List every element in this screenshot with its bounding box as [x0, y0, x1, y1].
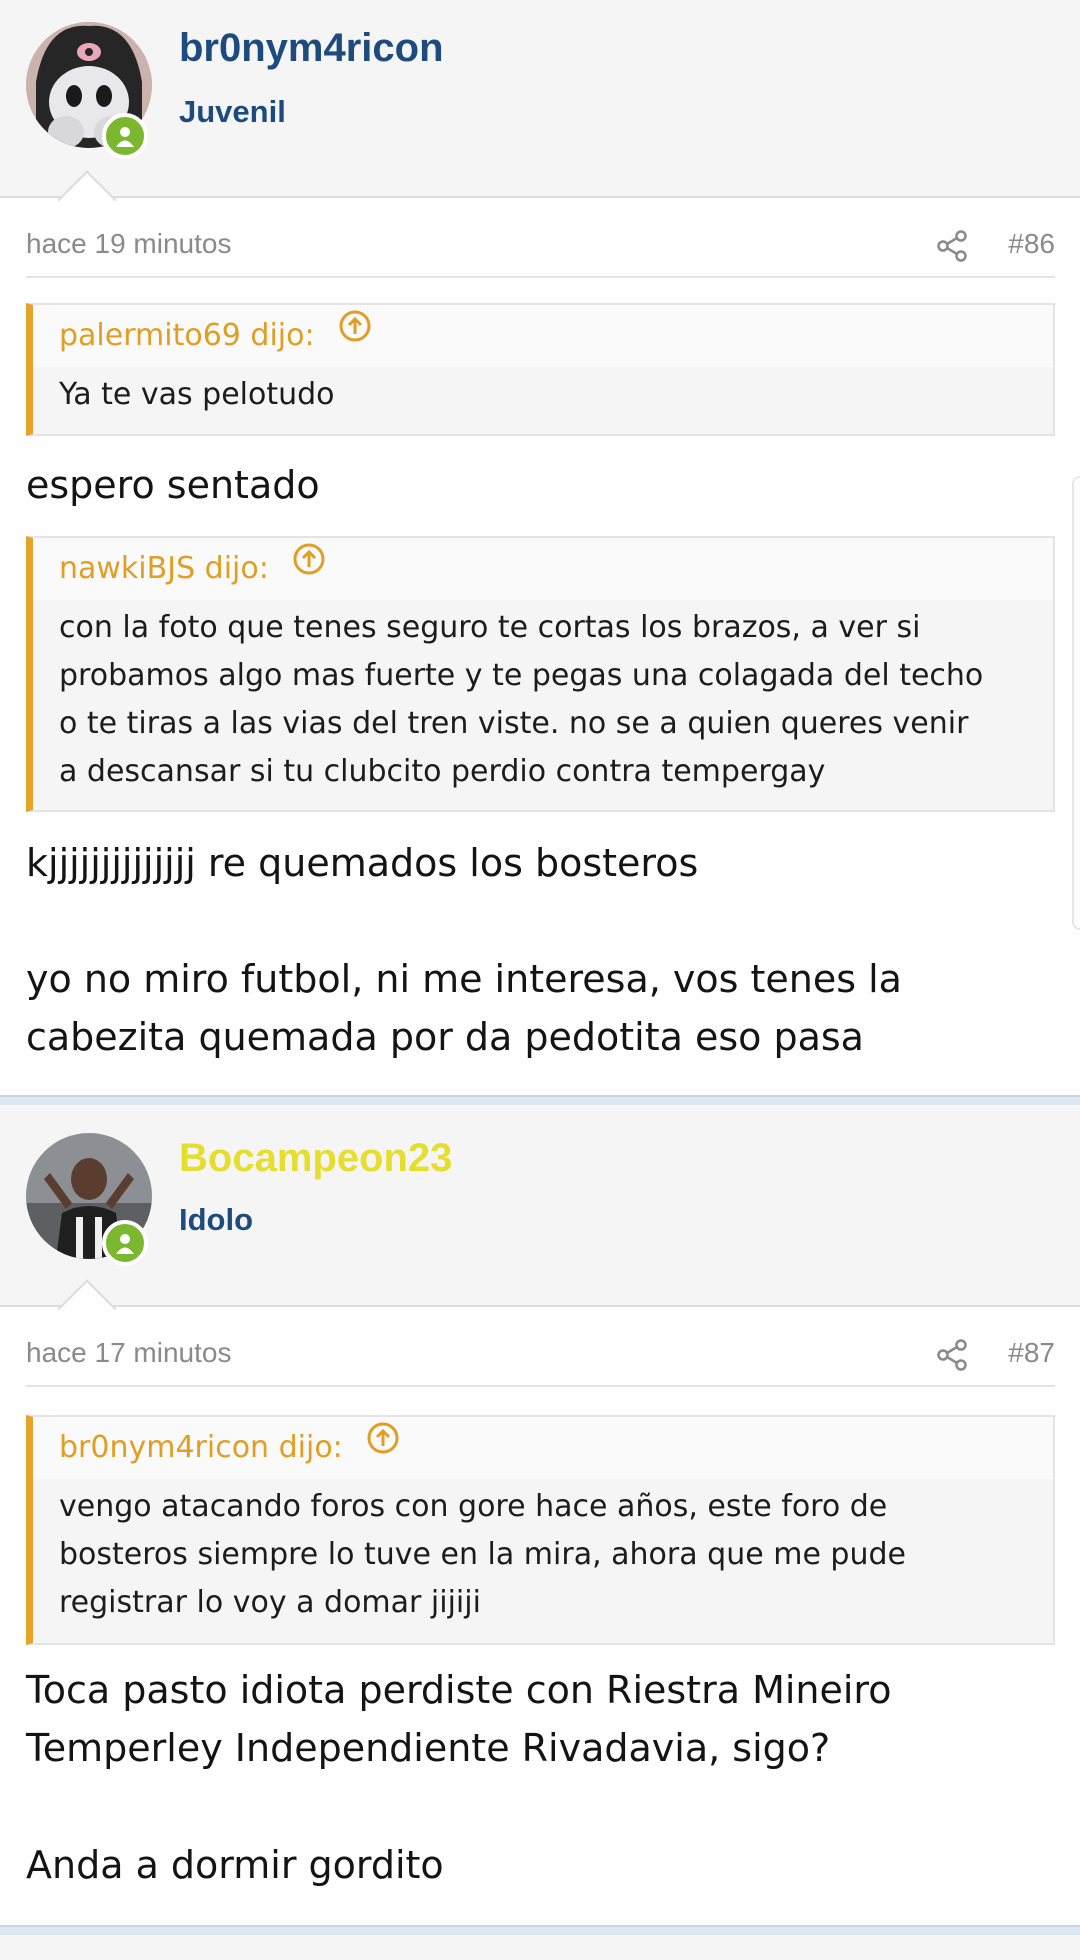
post-time[interactable]: hace 19 minutos — [26, 228, 231, 260]
post-text: espero sentado — [26, 463, 320, 507]
online-status-icon — [102, 113, 148, 159]
quote-body: vengo atacando foros con gore hace años,… — [33, 1479, 1053, 1637]
quote-line: probamos algo mas fuerte y te pegas una … — [59, 658, 984, 693]
quote-author[interactable]: br0nym4ricon dijo: — [59, 1430, 343, 1465]
quote-header[interactable]: palermito69 dijo: — [33, 305, 1053, 367]
quote-body: con la foto que tenes seguro te cortas l… — [33, 600, 1053, 806]
quote-block: br0nym4ricon dijo: vengo atacando foros … — [26, 1415, 1055, 1645]
post-text: Toca pasto idiota perdiste con Riestra M… — [26, 1668, 892, 1712]
post-text: Anda a dormir gordito — [26, 1843, 444, 1887]
post-87: Bocampeon23 Idolo hace 17 minutos #87 br… — [0, 1105, 1080, 1925]
post-separator — [0, 1095, 1080, 1105]
quote-header[interactable]: nawkiBJS dijo: — [33, 538, 1053, 600]
username-link[interactable]: Bocampeon23 — [179, 1136, 452, 1181]
quote-line: con la foto que tenes seguro te cortas l… — [59, 610, 921, 645]
arrow-up-circle-icon[interactable] — [366, 1415, 400, 1477]
quote-line: vengo atacando foros con gore hace años,… — [59, 1489, 888, 1524]
arrow-up-circle-icon[interactable] — [338, 303, 372, 365]
post-number-link[interactable]: #87 — [1008, 1337, 1055, 1369]
user-title: Juvenil — [179, 94, 286, 129]
quote-author[interactable]: nawkiBJS dijo: — [59, 551, 269, 586]
post-separator — [0, 1925, 1080, 1935]
quote-line: Ya te vas pelotudo — [59, 377, 335, 412]
post-number-link[interactable]: #86 — [1008, 228, 1055, 260]
quote-line: bosteros siempre lo tuve en la mira, aho… — [59, 1537, 906, 1572]
post-meta: hace 17 minutos #87 — [26, 1327, 1055, 1387]
post-text: cabezita quemada por da pedotita eso pas… — [26, 1015, 864, 1059]
post-86: br0nym4ricon Juvenil hace 19 minutos #86… — [0, 0, 1080, 1095]
post-text: kjjjjjjjjjjjjjj re quemados los bosteros — [26, 841, 699, 885]
quote-header[interactable]: br0nym4ricon dijo: — [33, 1417, 1053, 1479]
quote-block: nawkiBJS dijo: con la foto que tenes seg… — [26, 536, 1055, 812]
share-icon[interactable] — [934, 228, 970, 271]
post-text: yo no miro futbol, ni me interesa, vos t… — [26, 957, 902, 1001]
post-meta: hace 19 minutos #86 — [26, 218, 1055, 278]
quote-body: Ya te vas pelotudo — [33, 367, 1053, 429]
arrow-up-circle-icon[interactable] — [292, 536, 326, 598]
share-icon[interactable] — [934, 1337, 970, 1380]
post-text: Temperley Independiente Rivadavia, sigo? — [26, 1726, 831, 1770]
username-link[interactable]: br0nym4ricon — [179, 26, 444, 71]
quote-line: o te tiras a las vias del tren viste. no… — [59, 706, 969, 741]
user-header: Bocampeon23 Idolo — [0, 1105, 1080, 1307]
quote-line: a descansar si tu clubcito perdio contra… — [59, 754, 826, 789]
user-title: Idolo — [179, 1202, 254, 1237]
online-status-icon — [102, 1220, 148, 1266]
user-header: br0nym4ricon Juvenil — [0, 0, 1080, 198]
quote-line: registrar lo voy a domar jijiji — [59, 1585, 481, 1620]
post-time[interactable]: hace 17 minutos — [26, 1337, 231, 1369]
quote-author[interactable]: palermito69 dijo: — [59, 318, 315, 353]
scrollbar[interactable] — [1072, 476, 1080, 930]
quote-block: palermito69 dijo: Ya te vas pelotudo — [26, 303, 1055, 436]
next-post-header — [0, 1935, 1080, 1960]
